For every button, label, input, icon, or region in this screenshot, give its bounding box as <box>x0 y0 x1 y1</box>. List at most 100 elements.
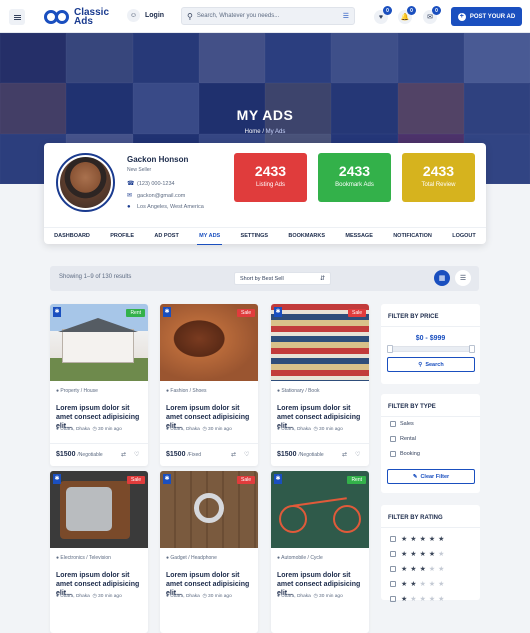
star-icon: ★ <box>410 551 417 558</box>
login-link[interactable]: ☺ Login <box>127 9 164 22</box>
star-icon: ★ <box>410 581 417 588</box>
tab-dashboard[interactable]: DASHBOARD <box>52 228 92 244</box>
star-icon: ★ <box>428 536 436 543</box>
price-search-button[interactable]: ⚲ Search <box>387 357 475 372</box>
heart-icon[interactable]: ♡ <box>134 451 139 458</box>
checkbox-box[interactable] <box>390 566 396 572</box>
notifications-button[interactable]: 🔔 0 <box>398 6 416 24</box>
ad-price: $1500 /Negotiable <box>56 451 103 458</box>
slider-max-handle[interactable] <box>469 345 475 353</box>
clear-filter-button[interactable]: ✎ Clear Filter <box>387 469 475 484</box>
messages-button[interactable]: ✉ 0 <box>423 6 441 24</box>
ad-card[interactable]: ✱ Rent ● Property / House Lorem ipsum do… <box>50 304 148 466</box>
avatar <box>56 153 115 212</box>
ad-card[interactable]: ✱ Rent ● Automobile / Cycle Lorem ipsum … <box>271 471 369 633</box>
checkbox-box[interactable] <box>390 536 396 542</box>
ad-time: 30 min ago <box>98 594 122 599</box>
tab-bookmarks[interactable]: BOOKMARKS <box>286 228 327 244</box>
rating-option-1[interactable]: ★ ★ ★ ★ ★ <box>390 595 444 603</box>
tab-logout[interactable]: LOGOUT <box>450 228 478 244</box>
email-text: gackon@gmail.com <box>137 192 186 199</box>
checkbox-box[interactable] <box>390 596 396 602</box>
category-label: ● Gadget / Headphone <box>166 555 217 561</box>
checkbox-box[interactable] <box>390 436 396 442</box>
checkbox-box[interactable] <box>390 451 396 457</box>
compare-icon[interactable]: ⇄ <box>342 451 347 458</box>
card-footer: $1500 /Fixed ⇄ ♡ <box>160 443 258 466</box>
category-text: Property / House <box>60 388 98 394</box>
star-icon: ★ <box>419 536 426 543</box>
profile-role: New Seller <box>127 167 152 173</box>
tab-message[interactable]: MESSAGE <box>343 228 375 244</box>
menu-icon[interactable] <box>9 9 25 25</box>
type-checkbox-rental[interactable]: Rental <box>390 436 416 442</box>
type-checkbox-booking[interactable]: Booking <box>390 451 420 457</box>
profile-email: ✉ gackon@gmail.com <box>127 192 186 200</box>
post-ad-button[interactable]: + POST YOUR AD <box>451 7 522 26</box>
sort-select[interactable]: Short by Best Sell ⇵ <box>234 272 331 285</box>
filter-rating-title: FILTER BY RATING <box>388 515 443 521</box>
breadcrumb-home[interactable]: Home <box>245 129 261 135</box>
ad-meta: ● Uttara, Dhaka ◷ 30 min ago <box>277 427 343 432</box>
checkbox-box[interactable] <box>390 421 396 427</box>
checkbox-box[interactable] <box>390 551 396 557</box>
tab-notification[interactable]: NOTIFICATION <box>391 228 434 244</box>
compare-icon[interactable]: ⇄ <box>231 451 236 458</box>
grid-view-button[interactable]: ▦ <box>434 270 450 286</box>
ad-card[interactable]: ✱ Sale ● Gadget / Headphone Lorem ipsum … <box>160 471 258 633</box>
ad-card[interactable]: ✱ Sale ● Stationary / Book Lorem ipsum d… <box>271 304 369 466</box>
price-slider[interactable] <box>387 345 475 353</box>
rating-option-2[interactable]: ★ ★ ★ ★ ★ <box>390 580 444 588</box>
ad-meta: ● Uttara, Dhaka ◷ 30 min ago <box>56 594 122 599</box>
price-range-value: $0 - $999 <box>415 335 446 342</box>
slider-min-handle[interactable] <box>387 345 393 353</box>
tab-my-ads[interactable]: MY ADS <box>197 228 223 245</box>
star-icon: ★ <box>419 566 426 573</box>
category-text: Stationary / Book <box>281 388 320 394</box>
results-toolbar: Showing 1–9 of 130 results Short by Best… <box>50 266 479 291</box>
tab-ad-post[interactable]: AD POST <box>152 228 180 244</box>
star-icon: ★ <box>401 596 408 603</box>
logo-text: Classic Ads <box>74 7 110 27</box>
search-input[interactable]: ⚲ Search, Whatever you needs... ☰ <box>181 7 355 25</box>
results-count: Showing 1–9 of 130 results <box>59 274 132 280</box>
featured-icon: ✱ <box>163 474 171 484</box>
tab-profile[interactable]: PROFILE <box>108 228 136 244</box>
rating-option-3[interactable]: ★ ★ ★ ★ ★ <box>390 565 444 573</box>
category-label: ● Stationary / Book <box>277 388 320 394</box>
heart-icon[interactable]: ♡ <box>244 451 249 458</box>
ad-meta: ● Uttara, Dhaka ◷ 30 min ago <box>166 427 232 432</box>
logo[interactable]: Classic Ads <box>44 7 109 27</box>
wishlist-button[interactable]: ♥ 0 <box>374 6 392 24</box>
email-icon: ✉ <box>127 193 133 199</box>
filter-type-title: FILTER BY TYPE <box>388 404 436 410</box>
tab-settings[interactable]: SETTINGS <box>239 228 271 244</box>
type-checkbox-sales[interactable]: Sales <box>390 421 414 427</box>
rating-option-4[interactable]: ★ ★ ★ ★ ★ <box>390 550 444 558</box>
list-view-button[interactable]: ☰ <box>455 270 471 286</box>
ad-card[interactable]: ✱ Sale ● Electronics / Television Lorem … <box>50 471 148 633</box>
star-icon: ★ <box>428 551 436 558</box>
star-icon: ★ <box>419 596 426 603</box>
type-label: Booking <box>400 451 420 457</box>
compare-icon[interactable]: ⇄ <box>121 451 126 458</box>
ad-location: Uttara, Dhaka <box>281 594 311 599</box>
filter-icon[interactable]: ☰ <box>343 12 349 20</box>
featured-icon: ✱ <box>274 307 282 317</box>
featured-icon: ✱ <box>163 307 171 317</box>
star-icon: ★ <box>419 581 426 588</box>
heart-icon[interactable]: ♡ <box>355 451 360 458</box>
eraser-icon: ✎ <box>412 473 418 480</box>
star-icon: ★ <box>428 581 436 588</box>
category-text: Fashion / Shoes <box>170 388 207 394</box>
price-note: /Fixed <box>187 452 202 458</box>
breadcrumb-separator: / <box>262 129 264 135</box>
status-badge: Rent <box>347 476 366 484</box>
profile-tabs: DASHBOARD PROFILE AD POST MY ADS SETTING… <box>44 227 486 245</box>
checkbox-box[interactable] <box>390 581 396 587</box>
ad-location: Uttara, Dhaka <box>281 427 311 432</box>
ad-card[interactable]: ✱ Sale ● Fashion / Shoes Lorem ipsum dol… <box>160 304 258 466</box>
plus-icon: + <box>457 12 466 21</box>
stat-label: Total Review <box>421 182 456 188</box>
rating-option-5[interactable]: ★ ★ ★ ★ ★ <box>390 535 444 543</box>
